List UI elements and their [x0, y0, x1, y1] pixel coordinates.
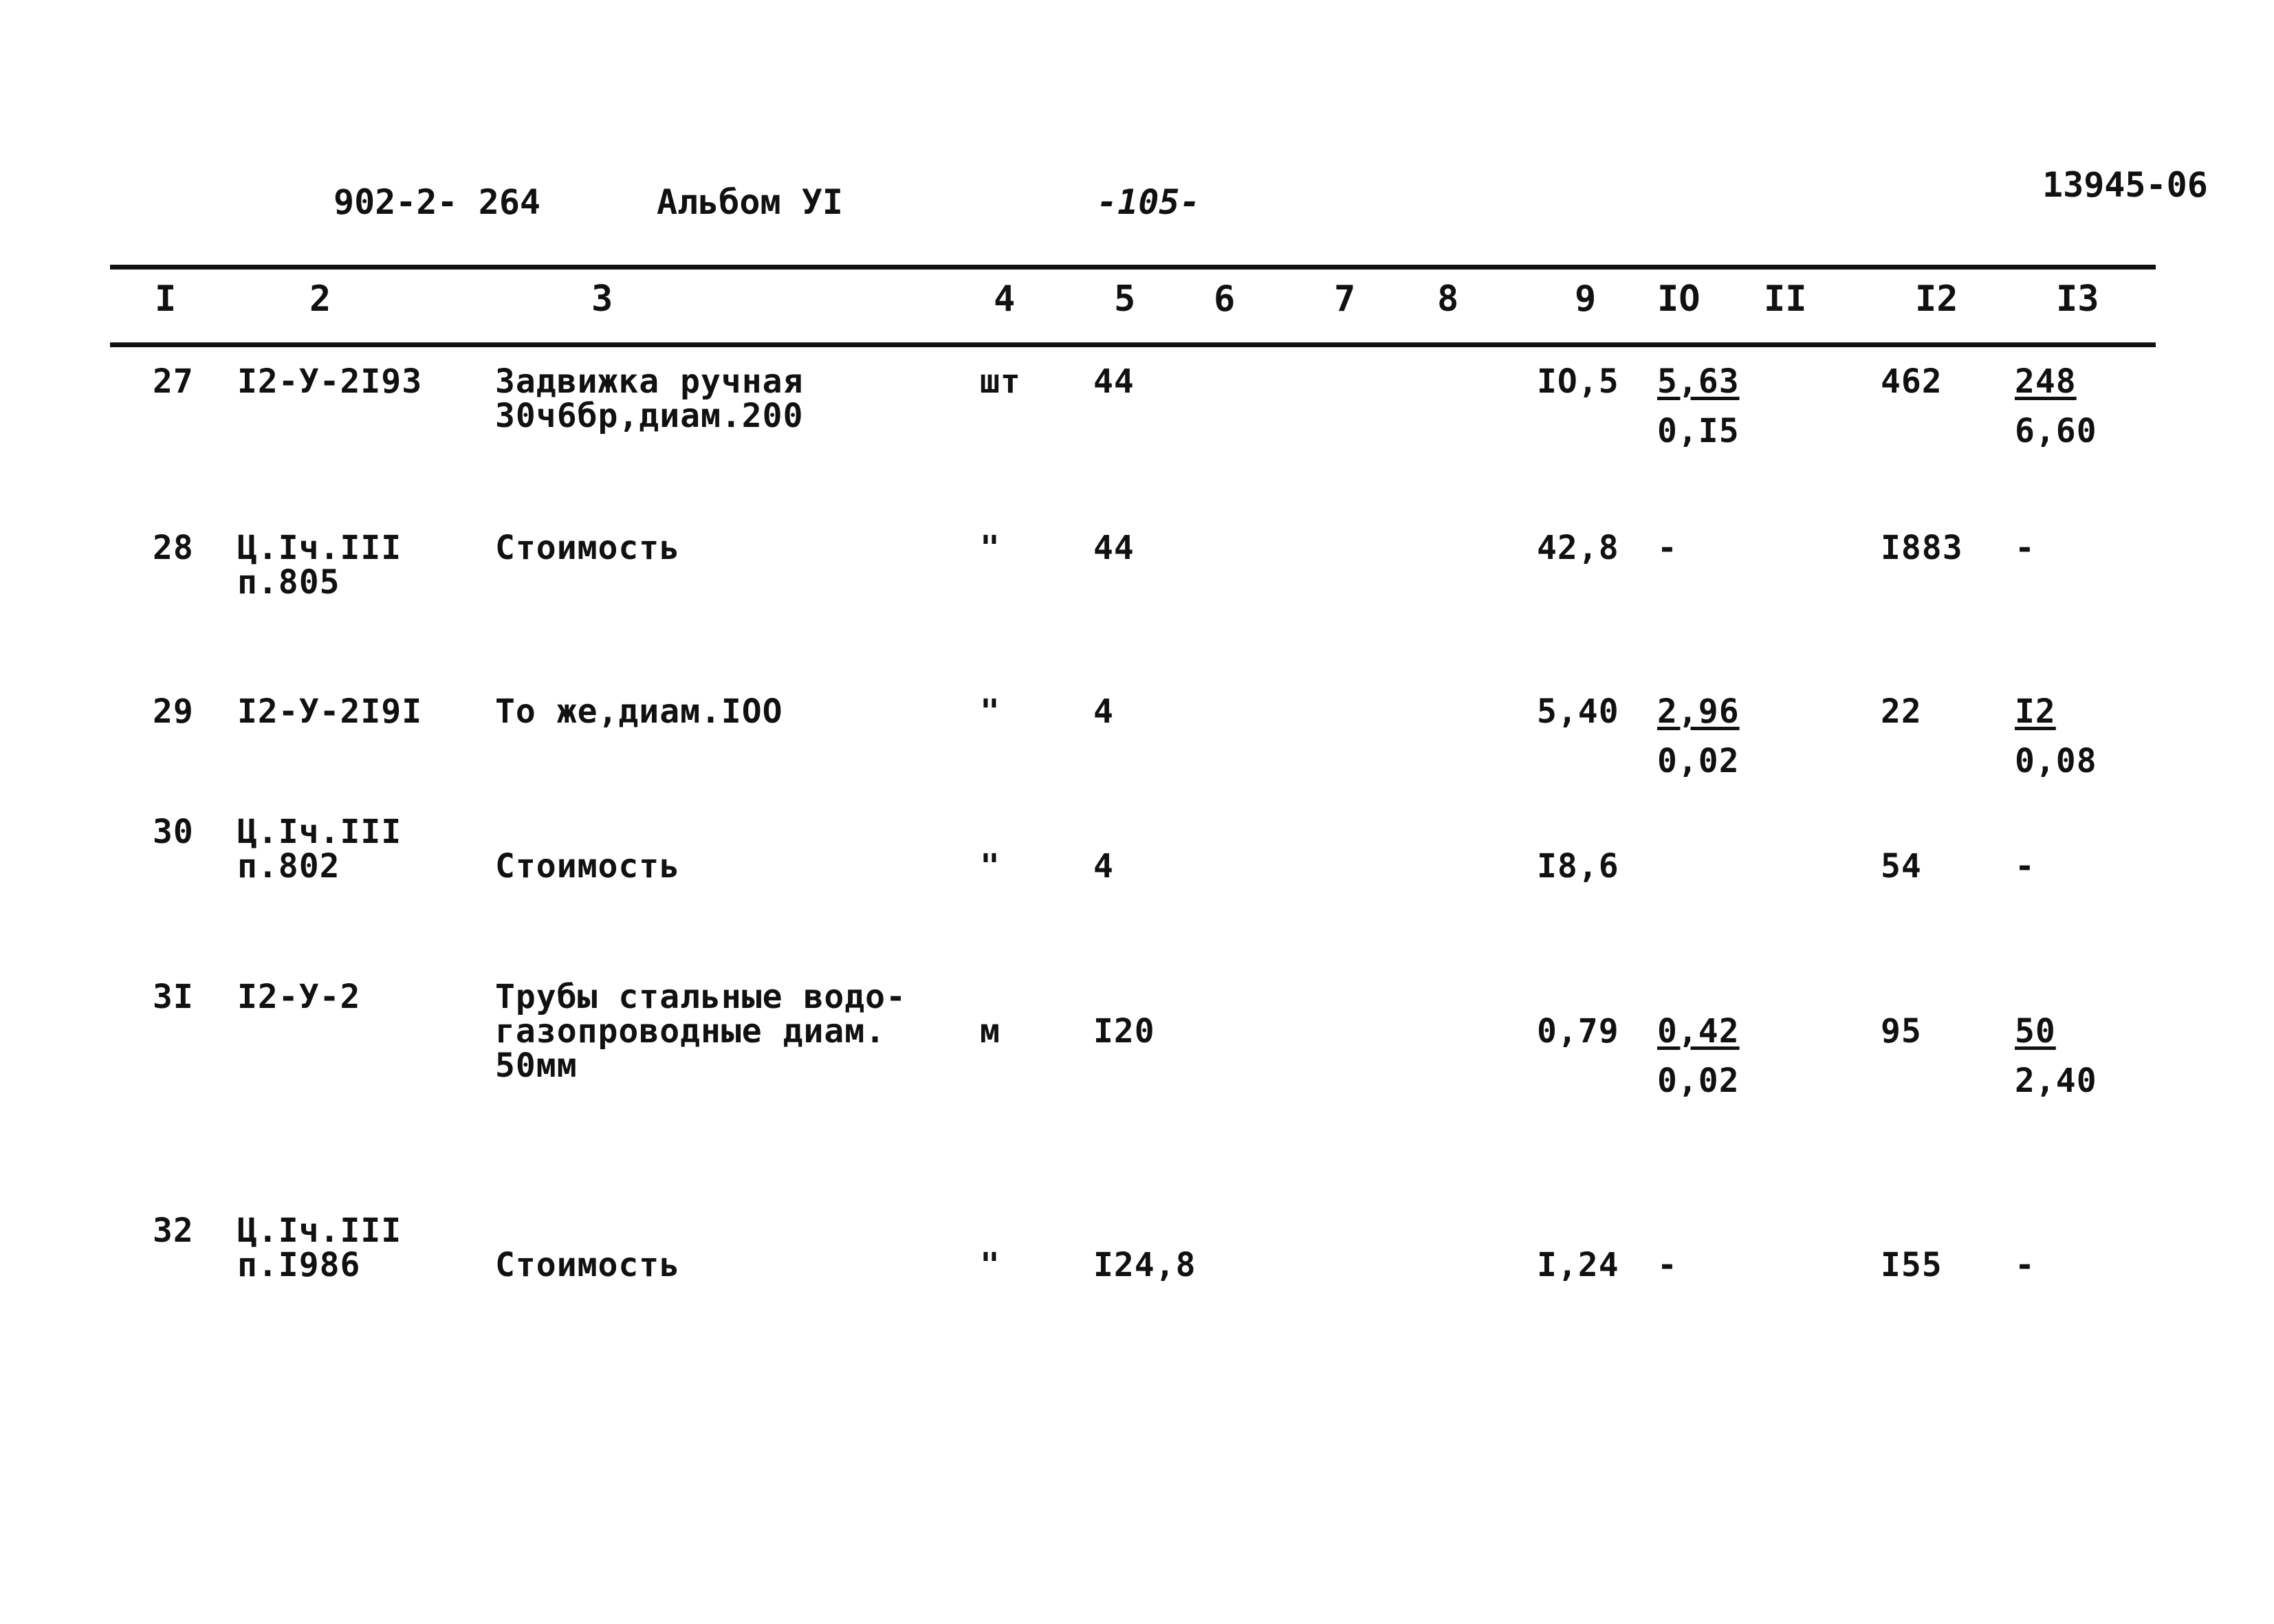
unit-price: IO,5	[1537, 362, 1619, 401]
total-wage-fraction: -	[2015, 1214, 2035, 1284]
unit-price: I8,6	[1537, 847, 1619, 886]
wage-fraction: -	[1657, 531, 1678, 565]
total-wage-fraction: I2 0,08	[2015, 694, 2097, 778]
norm-code: Ц.Iч.III п.I986	[237, 1211, 402, 1284]
item-name: Стоимость	[495, 1246, 681, 1284]
row-number: 27	[153, 362, 194, 401]
column-header-1: I	[155, 278, 177, 320]
item-name: Стоимость	[495, 847, 681, 886]
column-header-8: 8	[1437, 278, 1459, 320]
column-header-11: II	[1764, 278, 1807, 320]
norm-code: Ц.Iч.III п.802	[237, 813, 402, 886]
norm-code: Ц.Iч.III п.805	[237, 529, 402, 602]
total-cost: I55	[1881, 1246, 1943, 1284]
unit: "	[980, 529, 1001, 567]
row-number: 3I	[153, 978, 194, 1016]
quantity: I20	[1093, 1012, 1155, 1051]
column-header-12: I2	[1915, 278, 1958, 320]
table-row: 29 I2-У-2I9I То же,диам.IOO " 4 5,40 22 2,96 0,0…	[0, 694, 2274, 778]
wage-fraction: 2,96 0,02	[1657, 694, 1740, 778]
total-wage-fraction: 50 2,40	[2015, 1014, 2097, 1098]
unit-price: 42,8	[1537, 529, 1619, 567]
item-name: Задвижка ручная 30ч6бр,диам.200	[495, 362, 804, 435]
unit-price: 0,79	[1537, 1012, 1619, 1051]
quantity: 44	[1093, 529, 1135, 567]
wage-fraction-numerator: 5,63	[1657, 362, 1740, 401]
wage-fraction-numerator: 2,96	[1657, 692, 1740, 731]
column-header-6: 6	[1214, 278, 1236, 320]
column-header-7: 7	[1334, 278, 1356, 320]
total-cost: 462	[1881, 362, 1943, 401]
unit-price: I,24	[1537, 1246, 1619, 1284]
table-row: 27 I2-У-2I93 Задвижка ручная 30ч6бр,диам.2…	[0, 364, 2274, 448]
wage-fraction: 0,42 0,02	[1657, 1014, 1740, 1098]
total-cost: I883	[1881, 529, 1963, 567]
norm-code: I2-У-2I9I	[237, 692, 423, 731]
column-header-5: 5	[1114, 278, 1136, 320]
column-header-4: 4	[994, 278, 1016, 320]
total-cost: 54	[1881, 847, 1922, 886]
total-wage-fraction-denominator: 6,60	[2015, 412, 2097, 450]
column-header-13: I3	[2056, 278, 2099, 320]
project-code: 902-2- 264	[334, 182, 541, 222]
unit: "	[980, 692, 1001, 731]
total-cost: 22	[1881, 692, 1922, 731]
wage-fraction-denominator: 0,I5	[1657, 412, 1740, 450]
quantity: 4	[1093, 692, 1114, 731]
document-number: 13945-06	[2042, 165, 2208, 205]
total-wage-fraction: -	[2015, 815, 2035, 886]
total-wage-fraction-numerator: 248	[2015, 362, 2077, 401]
item-name: Трубы стальные водо- газопроводные диам.…	[495, 978, 906, 1085]
row-number: 29	[153, 692, 194, 731]
unit: "	[980, 1246, 1001, 1284]
norm-code: I2-У-2I93	[237, 362, 423, 401]
total-wage-fraction-numerator: -	[2015, 1246, 2035, 1284]
wage-fraction-denominator: 0,02	[1657, 1062, 1740, 1100]
table-top-rule	[110, 265, 2156, 270]
total-cost: 95	[1881, 1012, 1922, 1051]
unit-price: 5,40	[1537, 692, 1619, 731]
table-row: 30 Ц.Iч.III п.802 Стоимость " 4 I8,6 54 -	[0, 815, 2274, 886]
total-wage-fraction: 248 6,60	[2015, 364, 2097, 448]
norm-code: I2-У-2	[237, 978, 361, 1016]
total-wage-fraction-numerator: -	[2015, 529, 2035, 567]
wage-fraction-numerator: 0,42	[1657, 1012, 1740, 1051]
row-number: 32	[153, 1211, 194, 1250]
wage-fraction: 5,63 0,I5	[1657, 364, 1740, 448]
wage-fraction-denominator: 0,02	[1657, 742, 1740, 780]
total-wage-fraction-denominator: 0,08	[2015, 742, 2097, 780]
table-header-rule	[110, 342, 2156, 347]
row-number: 30	[153, 813, 194, 851]
unit: м	[980, 1012, 1001, 1051]
unit: "	[980, 847, 1001, 886]
quantity: 44	[1093, 362, 1135, 401]
total-wage-fraction: -	[2015, 531, 2035, 565]
table-row: 3I I2-У-2 Трубы стальные водо- газопроводн…	[0, 980, 2274, 1098]
table-row: 32 Ц.Iч.III п.I986 Стоимость " I24,8 I,24…	[0, 1214, 2274, 1284]
wage-fraction-numerator: -	[1657, 529, 1678, 567]
wage-fraction-numerator: -	[1657, 1246, 1678, 1284]
total-wage-fraction-numerator: 50	[2015, 1012, 2056, 1051]
column-header-2: 2	[309, 278, 331, 320]
item-name: То же,диам.IOO	[495, 692, 783, 731]
page-number: -105-	[1097, 182, 1201, 222]
wage-fraction: -	[1657, 1214, 1678, 1284]
total-wage-fraction-numerator: -	[2015, 847, 2035, 886]
total-wage-fraction-denominator: 2,40	[2015, 1062, 2097, 1100]
unit: шт	[980, 362, 1021, 401]
album-label: Альбом УI	[657, 182, 843, 222]
column-header-3: 3	[591, 278, 613, 320]
column-header-9: 9	[1575, 278, 1597, 320]
quantity: 4	[1093, 847, 1114, 886]
table-row: 28 Ц.Iч.III п.805 Стоимость " 44 42,8 I883 - -	[0, 531, 2274, 600]
row-number: 28	[153, 529, 194, 567]
column-header-10: IO	[1657, 278, 1701, 320]
quantity: I24,8	[1093, 1246, 1196, 1284]
total-wage-fraction-numerator: I2	[2015, 692, 2056, 731]
item-name: Стоимость	[495, 529, 681, 567]
